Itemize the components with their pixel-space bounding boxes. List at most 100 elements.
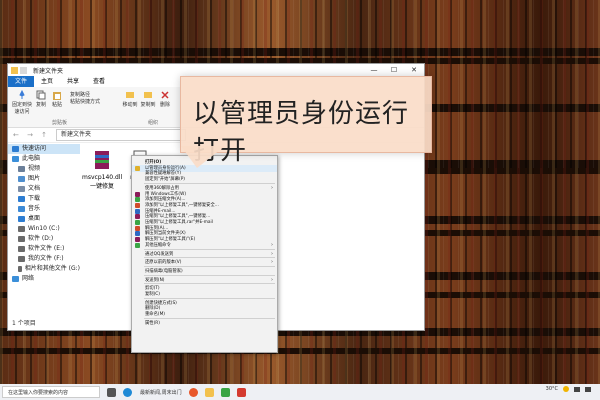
menu-item-label: 扫描病毒(电脑管家) <box>145 268 183 274</box>
menu-separator <box>144 265 275 267</box>
callout-bubble: 以管理员身份运行打开 <box>180 76 432 166</box>
copy-button[interactable]: 复制 <box>34 90 48 108</box>
window-title: 新建文件夹 <box>33 67 64 75</box>
organize-group-label: 组织 <box>148 120 159 126</box>
delete-icon <box>161 91 169 99</box>
copy-to-button[interactable]: 复制到 <box>140 90 156 108</box>
close-button[interactable]: ✕ <box>404 64 424 76</box>
nav-item-drive-e[interactable]: 软件文件 (E:) <box>8 244 80 254</box>
copy-label: 复制 <box>35 102 46 108</box>
clipboard-group-label: 剪贴板 <box>52 120 68 126</box>
menu-separator <box>144 297 275 299</box>
copy-path-button[interactable]: 复制路径 <box>70 91 90 98</box>
drive-icon <box>18 236 25 242</box>
app-icon[interactable] <box>236 387 246 397</box>
menu-separator <box>144 274 275 276</box>
copy-to-icon <box>144 92 152 98</box>
status-bar-text: 1 个项目 <box>12 320 36 327</box>
tab-file[interactable]: 文件 <box>8 76 35 87</box>
browser-icon[interactable] <box>188 387 198 397</box>
quick-access-icon[interactable] <box>20 66 27 74</box>
tab-share[interactable]: 共享 <box>60 76 86 87</box>
network-icon <box>12 276 19 282</box>
menu-separator <box>144 248 275 250</box>
move-icon <box>126 92 134 98</box>
star-icon <box>12 146 19 152</box>
delete-label: 删除 <box>159 102 170 108</box>
news-widget[interactable]: 最新新闻,周末出门 <box>140 389 182 396</box>
menu-item-label: 还原以前的版本(V) <box>145 260 182 266</box>
context-menu: 打开(O) 以管理员身份运行(A) 兼容性疑难解答(Y) 固定到"开始"屏幕(P) 使用… <box>131 155 278 353</box>
file-name: msvcp140.dll <box>82 174 123 181</box>
pin-label: 固定到快速访问 <box>11 102 32 115</box>
paste-shortcut-button[interactable]: 粘贴快捷方式 <box>70 98 100 105</box>
menu-item-label: 固定到"开始"屏幕(P) <box>145 177 185 183</box>
computer-icon <box>12 156 19 162</box>
taskbar-search-input[interactable]: 在这里输入你要搜索的内容 <box>2 386 100 398</box>
nav-item-drive-g[interactable]: 相片和其他文件 (G:) <box>8 264 80 274</box>
menu-item-label: 复制(C) <box>145 292 160 297</box>
edge-icon[interactable] <box>123 387 132 397</box>
temperature: 30°C <box>545 386 558 392</box>
nav-item-videos[interactable]: 视频 <box>8 164 80 174</box>
nav-item-downloads[interactable]: 下载 <box>8 194 80 204</box>
menu-separator <box>144 317 275 319</box>
nav-arrows-icon[interactable]: ← → ↑ <box>13 131 50 139</box>
nav-item-drive-c[interactable]: Win10 (C:) <box>8 224 80 234</box>
download-icon <box>18 196 25 202</box>
pin-icon <box>19 90 25 99</box>
menu-item[interactable]: 属性(R) <box>132 320 277 327</box>
menu-separator <box>144 257 275 259</box>
video-icon <box>18 166 25 172</box>
music-icon <box>18 206 25 212</box>
minimize-button[interactable]: — <box>364 64 384 76</box>
callout-text: 以管理员身份运行打开 <box>193 99 410 166</box>
drive-icon <box>18 226 25 232</box>
file-item[interactable]: msvcp140.dll 一键修复 <box>82 150 122 190</box>
app-icon[interactable] <box>220 387 230 397</box>
move-to-button[interactable]: 移动到 <box>122 90 138 108</box>
volume-icon[interactable] <box>585 386 591 392</box>
tab-view[interactable]: 查看 <box>86 76 112 87</box>
weather-icon <box>563 386 569 392</box>
folder-icon <box>11 66 18 74</box>
nav-item-music[interactable]: 音乐 <box>8 204 80 214</box>
nav-item-network[interactable]: 网络 <box>8 274 80 284</box>
nav-item-desktop[interactable]: 桌面 <box>8 214 80 224</box>
document-icon <box>18 186 25 192</box>
menu-item-label: 其他压缩命令 <box>145 242 171 248</box>
drive-icon <box>18 246 25 252</box>
task-view-icon[interactable] <box>107 387 116 397</box>
menu-item-label: 重命名(M) <box>145 312 165 318</box>
menu-item-label: 属性(R) <box>145 320 160 326</box>
callout-tail <box>181 146 225 168</box>
menu-separator <box>144 283 275 285</box>
taskbar: 在这里输入你要搜索的内容 最新新闻,周末出门 30°C <box>0 384 600 400</box>
nav-item-this-pc[interactable]: 此电脑 <box>8 154 80 164</box>
title-bar: 新建文件夹 — ☐ ✕ <box>8 64 424 76</box>
move-label: 移动到 <box>122 102 138 108</box>
drive-icon <box>18 256 25 262</box>
drive-icon <box>18 266 22 272</box>
delete-button[interactable]: 删除 <box>158 90 172 108</box>
folder-icon[interactable] <box>204 387 214 397</box>
address-bar[interactable]: 新建文件夹 <box>56 129 187 141</box>
paste-button[interactable]: 粘贴 <box>50 90 64 108</box>
nav-item-quick-access[interactable]: 快速访问 <box>8 144 80 154</box>
network-tray-icon[interactable] <box>574 386 580 392</box>
picture-icon <box>18 176 25 182</box>
file-name-line2: 一键修复 <box>89 183 114 190</box>
nav-item-pictures[interactable]: 图片 <box>8 174 80 184</box>
tab-home[interactable]: 主页 <box>34 76 60 87</box>
menu-separator <box>144 182 275 184</box>
system-tray: 30°C <box>546 386 596 392</box>
nav-item-drive-f[interactable]: 我的文件 (F:) <box>8 254 80 264</box>
copy-icon <box>36 90 46 100</box>
nav-item-drive-d[interactable]: 软件 (D:) <box>8 234 80 244</box>
nav-item-documents[interactable]: 文档 <box>8 184 80 194</box>
pin-button[interactable]: 固定到快速访问 <box>10 90 34 115</box>
maximize-button[interactable]: ☐ <box>384 64 404 76</box>
paste-label: 粘贴 <box>51 102 62 108</box>
menu-item-label: 发送到(N) <box>145 277 165 283</box>
paste-icon <box>53 92 61 100</box>
